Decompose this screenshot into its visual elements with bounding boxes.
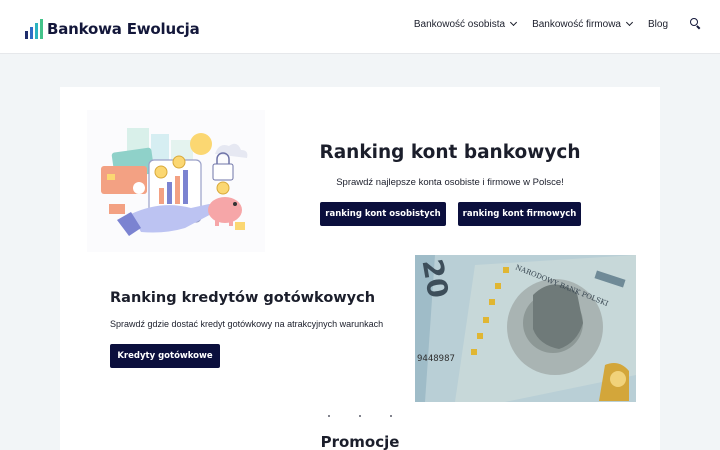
personal-accounts-ranking-button[interactable]: ranking kont osobistych: [320, 202, 446, 226]
chevron-down-icon: [625, 18, 634, 27]
nav-item-personal-banking[interactable]: Bankowość osobista: [413, 18, 518, 30]
carousel-dot[interactable]: [390, 415, 392, 417]
banknote-image: 20 9448987 NARODOWY BANK POLSKI: [415, 255, 636, 402]
banknote-serial: 9448987: [417, 354, 455, 364]
logo-bars-icon: [25, 19, 43, 39]
site-header: Bankowa Ewolucja Bankowość osobista Bank…: [0, 0, 720, 54]
cash-loans-button[interactable]: Kredyty gotówkowe: [110, 344, 220, 368]
logo-text: Bankowa Ewolucja: [47, 20, 200, 38]
banknote-denomination: 20: [415, 256, 454, 300]
search-icon[interactable]: [690, 18, 702, 30]
loans-title: Ranking kredytów gotówkowych: [110, 290, 376, 306]
nav-item-blog[interactable]: Blog: [648, 19, 668, 30]
carousel-dots: [328, 415, 392, 419]
loans-subtitle: Sprawdź gdzie dostać kredyt gotówkowy na…: [110, 319, 384, 329]
business-accounts-ranking-button[interactable]: ranking kont firmowych: [458, 202, 581, 226]
main-nav: Bankowość osobista Bankowość firmowa Blo…: [414, 18, 702, 30]
hero-title: Ranking kont bankowych: [319, 142, 581, 163]
hero-subtitle: Sprawdź najlepsze konta osobiste i firmo…: [336, 177, 564, 188]
promotions-heading: Promocje: [320, 433, 400, 450]
nav-label: Blog: [647, 18, 668, 30]
carousel-dot[interactable]: [359, 415, 361, 417]
nav-item-business-banking[interactable]: Bankowość firmowa: [532, 18, 634, 30]
banking-illustration: [87, 110, 265, 252]
nav-label: Bankowość osobista: [413, 18, 506, 30]
nav-label: Bankowość firmowa: [532, 18, 621, 30]
site-logo[interactable]: Bankowa Ewolucja: [25, 15, 200, 39]
chevron-down-icon: [510, 18, 518, 27]
carousel-dot[interactable]: [328, 415, 330, 417]
